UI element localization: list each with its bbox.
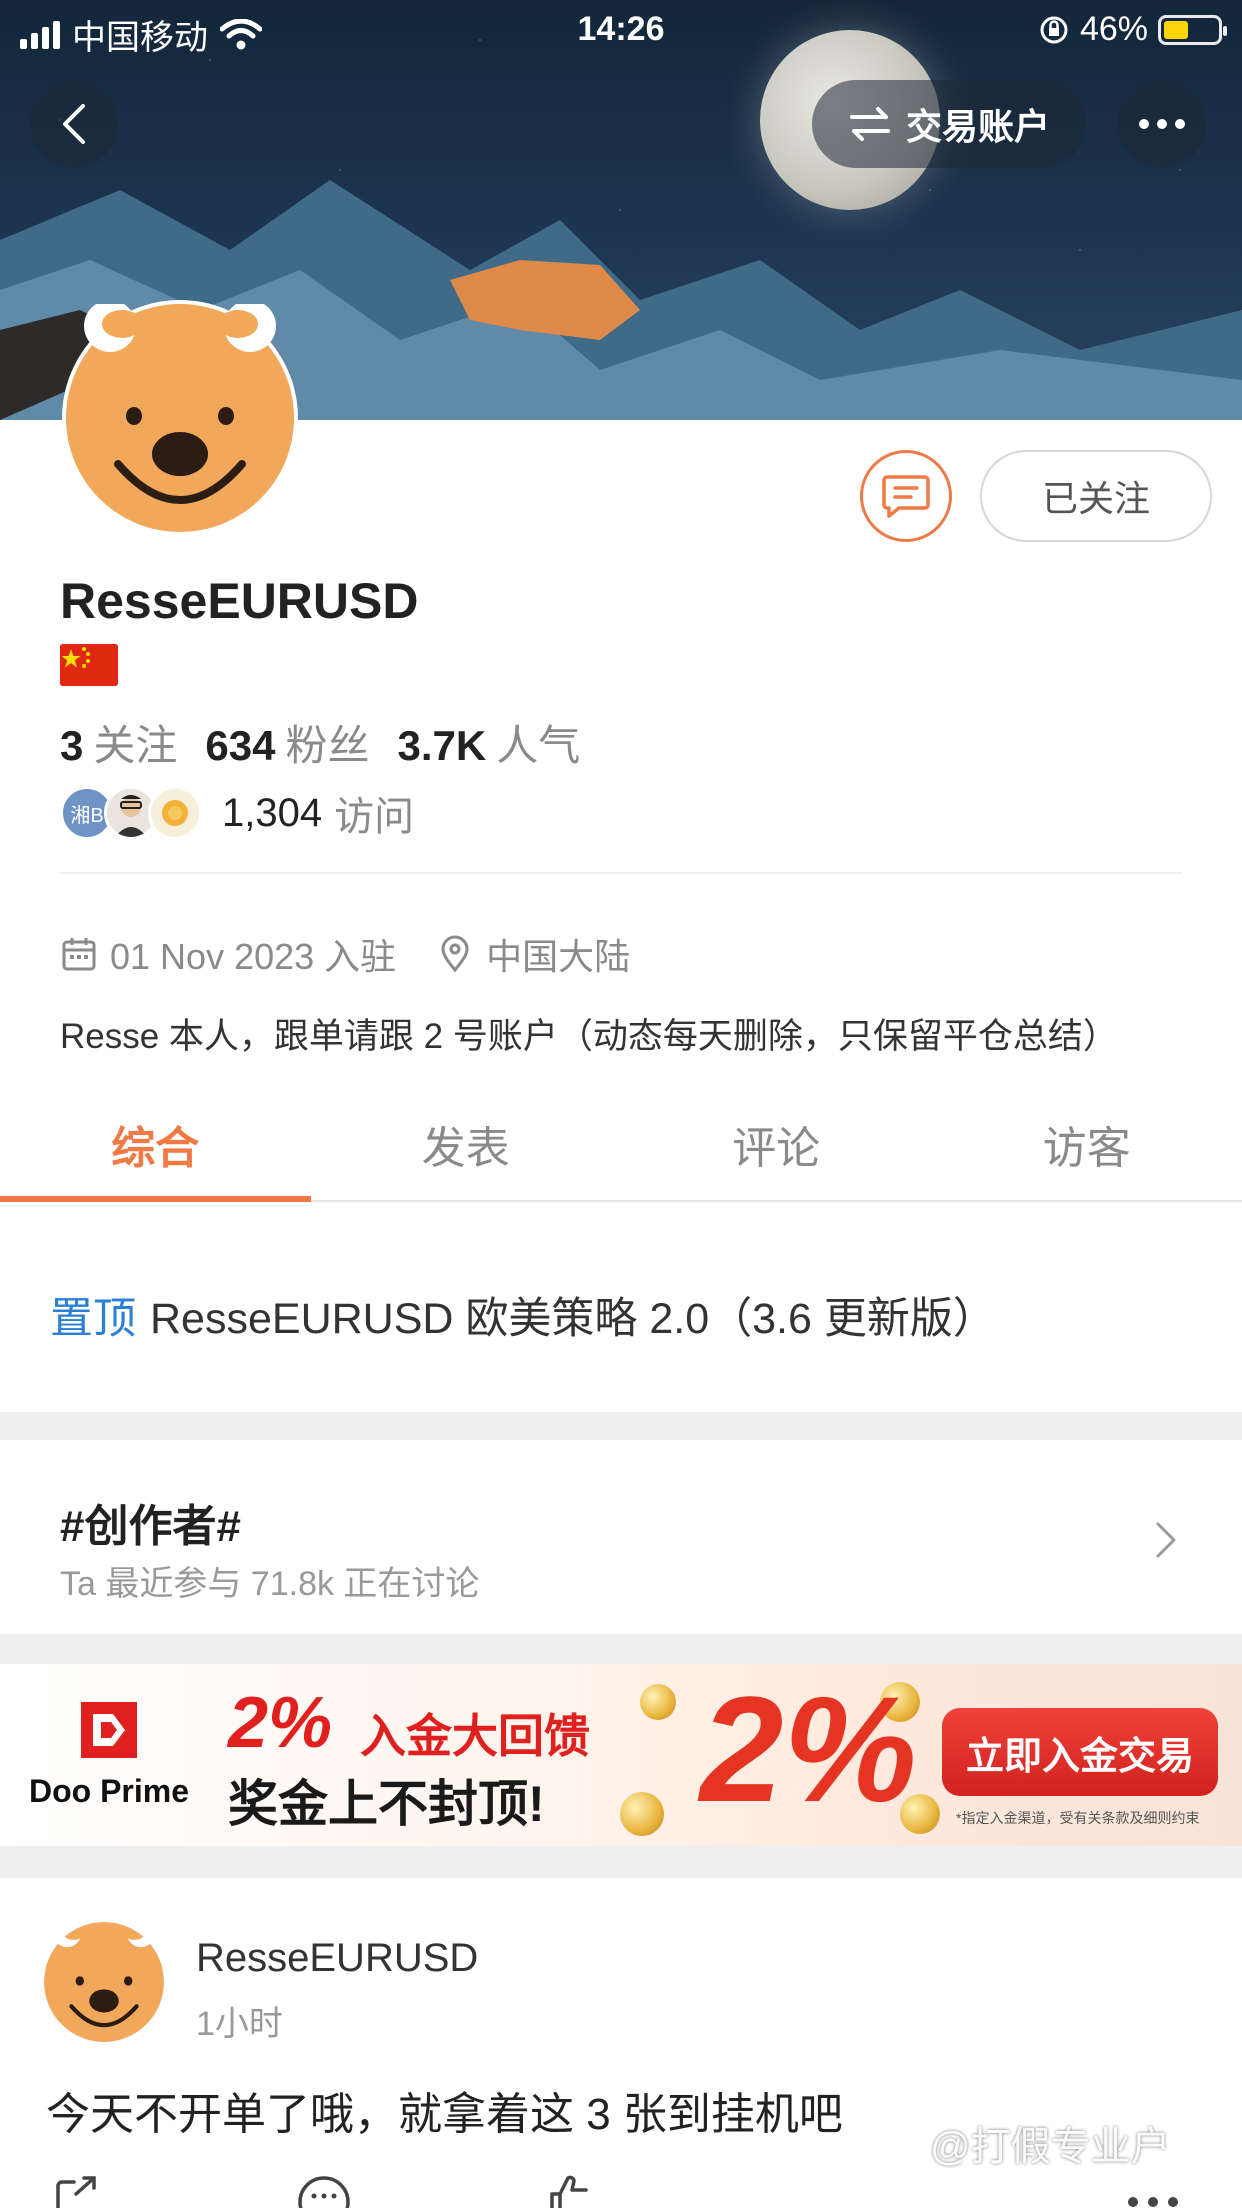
feed-post[interactable]: ResseEURUSD 1小时 今天不开单了哦，就拿着这 3 张到挂机吧 @打假… — [0, 1878, 1242, 2208]
more-button[interactable] — [1118, 80, 1206, 168]
doo-prime-logo: Doo Prime — [24, 1700, 194, 1810]
tab-comments[interactable]: 评论 — [621, 1088, 932, 1200]
following-label[interactable]: 关注 — [93, 712, 177, 773]
topic-card[interactable]: #创作者# Ta 最近参与 71.8k 正在讨论 — [0, 1440, 1242, 1634]
post-author-avatar[interactable] — [44, 1922, 164, 2042]
back-icon — [63, 104, 85, 144]
bear-avatar-image — [44, 1922, 164, 2042]
profile-username: ResseEURUSD — [60, 573, 419, 629]
more-icon[interactable] — [1126, 2174, 1180, 2208]
profile-meta: 01 Nov 2023 入驻 中国大陆 — [60, 928, 630, 980]
deposit-trade-button[interactable]: 立即入金交易 — [942, 1708, 1218, 1796]
post-author-name[interactable]: ResseEURUSD — [196, 1936, 478, 1981]
profile-avatar[interactable] — [62, 300, 298, 536]
trade-account-button[interactable]: 交易账户 — [812, 80, 1086, 168]
popularity-label: 人气 — [496, 722, 581, 769]
visitor-row[interactable]: 湘B 1,304 访问 — [60, 784, 414, 842]
banner-line2: 奖金上不封顶! — [228, 1776, 545, 1832]
trade-account-label: 交易账户 — [905, 106, 1050, 147]
following-count[interactable]: 3 — [60, 722, 83, 770]
banner-brand: Doo Prime — [28, 1773, 190, 1809]
fans-count[interactable]: 634 — [205, 722, 275, 770]
tab-posts[interactable]: 发表 — [311, 1088, 622, 1200]
swap-icon — [849, 107, 890, 141]
visit-label: 访问 — [334, 795, 415, 839]
post-time: 1小时 — [196, 2005, 283, 2043]
calendar-icon — [62, 938, 96, 971]
pinned-tag: 置顶 — [50, 1295, 136, 1343]
section-gap — [0, 1412, 1242, 1440]
share-icon[interactable] — [54, 2174, 102, 2208]
followed-button[interactable]: 已关注 — [980, 450, 1212, 542]
tab-overview[interactable]: 综合 — [0, 1088, 311, 1202]
message-icon — [882, 475, 930, 518]
profile-stats: 3 关注 634 粉丝 3.7K 人气 — [60, 712, 598, 773]
pinned-title: ResseEURUSD 欧美策略 2.0（3.6 更新版） — [150, 1295, 996, 1343]
more-icon — [1139, 119, 1185, 129]
watermark: @打假专业户 — [930, 2125, 1171, 2169]
rotation-lock-icon — [1040, 16, 1068, 43]
tab-visitors[interactable]: 访客 — [932, 1088, 1242, 1200]
fans-label[interactable]: 粉丝 — [285, 712, 369, 773]
status-bar: 中国移动 14:26 46% — [0, 0, 1242, 62]
pinned-post[interactable]: 置顶 ResseEURUSD 欧美策略 2.0（3.6 更新版） — [50, 1284, 996, 1346]
banner-disclaimer: *指定入金渠道，受有关条款及细则约束 — [956, 1810, 1200, 1826]
promo-banner[interactable]: Doo Prime 2% 入金大回馈 奖金上不封顶! 2% 立即入金交易 *指定… — [0, 1664, 1242, 1846]
location-icon — [441, 935, 469, 973]
china-flag-icon — [60, 644, 118, 686]
coin-decoration — [620, 1792, 664, 1836]
section-gap — [0, 1846, 1242, 1878]
battery-label: 46% — [1079, 10, 1148, 48]
back-button[interactable] — [30, 80, 118, 168]
battery-icon — [1158, 14, 1227, 45]
message-button[interactable] — [860, 450, 952, 542]
visitor-avatar — [148, 786, 202, 840]
visitor-avatar-text: 湘B — [70, 804, 104, 827]
comment-icon[interactable] — [296, 2174, 352, 2208]
popularity-count: 3.7K — [397, 722, 487, 769]
post-content: 今天不开单了哦，就拿着这 3 张到挂机吧 — [46, 2090, 843, 2139]
banner-percent: 2% — [228, 1683, 333, 1763]
banner-line1: 入金大回馈 — [360, 1710, 590, 1762]
doo-prime-logo-icon — [81, 1702, 137, 1758]
profile-tabs: 综合 发表 评论 访客 — [0, 1088, 1242, 1202]
divider — [60, 872, 1182, 874]
like-icon[interactable] — [544, 2174, 594, 2208]
banner-big-percent: 2% — [700, 1665, 917, 1833]
profile-bio: Resse 本人，跟单请跟 2 号账户（动态每天删除，只保留平仓总结） — [60, 1017, 1118, 1056]
chevron-right-icon — [1156, 1522, 1176, 1558]
topic-subtitle: Ta 最近参与 71.8k 正在讨论 — [60, 1565, 480, 1603]
section-gap — [0, 1634, 1242, 1664]
bear-avatar-image — [66, 300, 294, 532]
visit-count: 1,304 — [222, 790, 323, 835]
coin-decoration — [640, 1684, 676, 1720]
battery-fill — [1164, 20, 1188, 39]
location-label: 中国大陆 — [486, 936, 631, 977]
joined-date: 01 Nov 2023 入驻 — [110, 936, 397, 977]
topic-title: #创作者# — [60, 1502, 241, 1551]
